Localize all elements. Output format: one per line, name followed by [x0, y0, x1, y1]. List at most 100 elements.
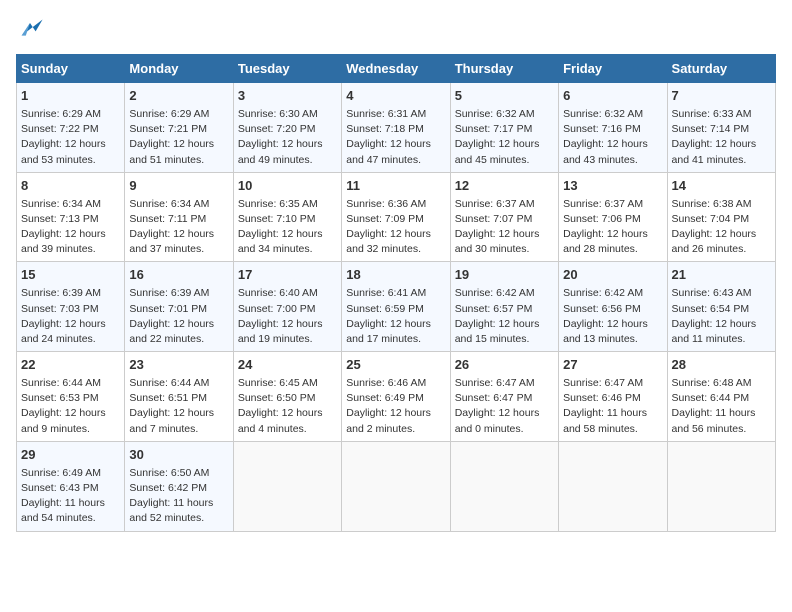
calendar-cell: 25Sunrise: 6:46 AM Sunset: 6:49 PM Dayli… — [342, 352, 450, 442]
day-number: 17 — [238, 266, 337, 285]
day-number: 10 — [238, 177, 337, 196]
calendar-cell: 8Sunrise: 6:34 AM Sunset: 7:13 PM Daylig… — [17, 172, 125, 262]
column-header-friday: Friday — [559, 55, 667, 83]
day-number: 16 — [129, 266, 228, 285]
day-info: Sunrise: 6:35 AM Sunset: 7:10 PM Dayligh… — [238, 197, 337, 258]
calendar-cell: 10Sunrise: 6:35 AM Sunset: 7:10 PM Dayli… — [233, 172, 341, 262]
calendar-week-row: 8Sunrise: 6:34 AM Sunset: 7:13 PM Daylig… — [17, 172, 776, 262]
calendar-cell: 6Sunrise: 6:32 AM Sunset: 7:16 PM Daylig… — [559, 83, 667, 173]
calendar-cell: 27Sunrise: 6:47 AM Sunset: 6:46 PM Dayli… — [559, 352, 667, 442]
day-number: 14 — [672, 177, 771, 196]
day-number: 19 — [455, 266, 554, 285]
day-info: Sunrise: 6:49 AM Sunset: 6:43 PM Dayligh… — [21, 466, 120, 527]
calendar-cell: 5Sunrise: 6:32 AM Sunset: 7:17 PM Daylig… — [450, 83, 558, 173]
day-info: Sunrise: 6:42 AM Sunset: 6:57 PM Dayligh… — [455, 286, 554, 347]
calendar-cell: 12Sunrise: 6:37 AM Sunset: 7:07 PM Dayli… — [450, 172, 558, 262]
day-number: 29 — [21, 446, 120, 465]
day-info: Sunrise: 6:40 AM Sunset: 7:00 PM Dayligh… — [238, 286, 337, 347]
day-number: 11 — [346, 177, 445, 196]
column-header-wednesday: Wednesday — [342, 55, 450, 83]
calendar-cell: 24Sunrise: 6:45 AM Sunset: 6:50 PM Dayli… — [233, 352, 341, 442]
calendar-cell: 28Sunrise: 6:48 AM Sunset: 6:44 PM Dayli… — [667, 352, 775, 442]
day-number: 30 — [129, 446, 228, 465]
calendar-cell: 9Sunrise: 6:34 AM Sunset: 7:11 PM Daylig… — [125, 172, 233, 262]
calendar-cell: 19Sunrise: 6:42 AM Sunset: 6:57 PM Dayli… — [450, 262, 558, 352]
day-info: Sunrise: 6:44 AM Sunset: 6:51 PM Dayligh… — [129, 376, 228, 437]
day-number: 22 — [21, 356, 120, 375]
day-number: 5 — [455, 87, 554, 106]
calendar-cell: 2Sunrise: 6:29 AM Sunset: 7:21 PM Daylig… — [125, 83, 233, 173]
day-info: Sunrise: 6:29 AM Sunset: 7:21 PM Dayligh… — [129, 107, 228, 168]
day-number: 4 — [346, 87, 445, 106]
day-info: Sunrise: 6:47 AM Sunset: 6:47 PM Dayligh… — [455, 376, 554, 437]
day-number: 20 — [563, 266, 662, 285]
day-info: Sunrise: 6:39 AM Sunset: 7:03 PM Dayligh… — [21, 286, 120, 347]
calendar-cell: 7Sunrise: 6:33 AM Sunset: 7:14 PM Daylig… — [667, 83, 775, 173]
calendar-cell: 23Sunrise: 6:44 AM Sunset: 6:51 PM Dayli… — [125, 352, 233, 442]
day-number: 7 — [672, 87, 771, 106]
day-number: 25 — [346, 356, 445, 375]
logo-icon — [16, 16, 44, 44]
calendar-cell: 14Sunrise: 6:38 AM Sunset: 7:04 PM Dayli… — [667, 172, 775, 262]
day-number: 13 — [563, 177, 662, 196]
calendar-cell: 3Sunrise: 6:30 AM Sunset: 7:20 PM Daylig… — [233, 83, 341, 173]
day-info: Sunrise: 6:32 AM Sunset: 7:17 PM Dayligh… — [455, 107, 554, 168]
calendar-week-row: 29Sunrise: 6:49 AM Sunset: 6:43 PM Dayli… — [17, 441, 776, 531]
day-info: Sunrise: 6:31 AM Sunset: 7:18 PM Dayligh… — [346, 107, 445, 168]
day-number: 1 — [21, 87, 120, 106]
calendar-cell: 4Sunrise: 6:31 AM Sunset: 7:18 PM Daylig… — [342, 83, 450, 173]
calendar-cell: 18Sunrise: 6:41 AM Sunset: 6:59 PM Dayli… — [342, 262, 450, 352]
column-header-tuesday: Tuesday — [233, 55, 341, 83]
calendar-cell: 11Sunrise: 6:36 AM Sunset: 7:09 PM Dayli… — [342, 172, 450, 262]
calendar-cell — [233, 441, 341, 531]
day-number: 24 — [238, 356, 337, 375]
calendar-cell: 13Sunrise: 6:37 AM Sunset: 7:06 PM Dayli… — [559, 172, 667, 262]
day-number: 12 — [455, 177, 554, 196]
calendar-cell: 17Sunrise: 6:40 AM Sunset: 7:00 PM Dayli… — [233, 262, 341, 352]
column-header-thursday: Thursday — [450, 55, 558, 83]
day-info: Sunrise: 6:39 AM Sunset: 7:01 PM Dayligh… — [129, 286, 228, 347]
day-info: Sunrise: 6:37 AM Sunset: 7:07 PM Dayligh… — [455, 197, 554, 258]
day-info: Sunrise: 6:33 AM Sunset: 7:14 PM Dayligh… — [672, 107, 771, 168]
calendar-cell: 1Sunrise: 6:29 AM Sunset: 7:22 PM Daylig… — [17, 83, 125, 173]
calendar-header-row: SundayMondayTuesdayWednesdayThursdayFrid… — [17, 55, 776, 83]
calendar-cell: 21Sunrise: 6:43 AM Sunset: 6:54 PM Dayli… — [667, 262, 775, 352]
day-info: Sunrise: 6:45 AM Sunset: 6:50 PM Dayligh… — [238, 376, 337, 437]
day-number: 28 — [672, 356, 771, 375]
day-number: 9 — [129, 177, 228, 196]
day-number: 21 — [672, 266, 771, 285]
calendar-week-row: 22Sunrise: 6:44 AM Sunset: 6:53 PM Dayli… — [17, 352, 776, 442]
calendar-cell: 22Sunrise: 6:44 AM Sunset: 6:53 PM Dayli… — [17, 352, 125, 442]
day-number: 8 — [21, 177, 120, 196]
calendar-cell: 15Sunrise: 6:39 AM Sunset: 7:03 PM Dayli… — [17, 262, 125, 352]
day-info: Sunrise: 6:38 AM Sunset: 7:04 PM Dayligh… — [672, 197, 771, 258]
day-info: Sunrise: 6:41 AM Sunset: 6:59 PM Dayligh… — [346, 286, 445, 347]
column-header-sunday: Sunday — [17, 55, 125, 83]
calendar-cell: 26Sunrise: 6:47 AM Sunset: 6:47 PM Dayli… — [450, 352, 558, 442]
calendar-cell — [342, 441, 450, 531]
day-info: Sunrise: 6:48 AM Sunset: 6:44 PM Dayligh… — [672, 376, 771, 437]
day-info: Sunrise: 6:32 AM Sunset: 7:16 PM Dayligh… — [563, 107, 662, 168]
calendar-cell — [667, 441, 775, 531]
day-info: Sunrise: 6:34 AM Sunset: 7:11 PM Dayligh… — [129, 197, 228, 258]
day-number: 26 — [455, 356, 554, 375]
calendar-cell: 30Sunrise: 6:50 AM Sunset: 6:42 PM Dayli… — [125, 441, 233, 531]
day-info: Sunrise: 6:29 AM Sunset: 7:22 PM Dayligh… — [21, 107, 120, 168]
day-info: Sunrise: 6:37 AM Sunset: 7:06 PM Dayligh… — [563, 197, 662, 258]
day-number: 15 — [21, 266, 120, 285]
day-info: Sunrise: 6:42 AM Sunset: 6:56 PM Dayligh… — [563, 286, 662, 347]
day-info: Sunrise: 6:36 AM Sunset: 7:09 PM Dayligh… — [346, 197, 445, 258]
day-number: 2 — [129, 87, 228, 106]
day-number: 27 — [563, 356, 662, 375]
calendar-cell: 20Sunrise: 6:42 AM Sunset: 6:56 PM Dayli… — [559, 262, 667, 352]
day-info: Sunrise: 6:47 AM Sunset: 6:46 PM Dayligh… — [563, 376, 662, 437]
day-info: Sunrise: 6:30 AM Sunset: 7:20 PM Dayligh… — [238, 107, 337, 168]
day-number: 3 — [238, 87, 337, 106]
day-number: 18 — [346, 266, 445, 285]
calendar-week-row: 15Sunrise: 6:39 AM Sunset: 7:03 PM Dayli… — [17, 262, 776, 352]
calendar-cell: 16Sunrise: 6:39 AM Sunset: 7:01 PM Dayli… — [125, 262, 233, 352]
calendar-table: SundayMondayTuesdayWednesdayThursdayFrid… — [16, 54, 776, 532]
day-info: Sunrise: 6:50 AM Sunset: 6:42 PM Dayligh… — [129, 466, 228, 527]
logo — [16, 16, 48, 44]
day-info: Sunrise: 6:34 AM Sunset: 7:13 PM Dayligh… — [21, 197, 120, 258]
